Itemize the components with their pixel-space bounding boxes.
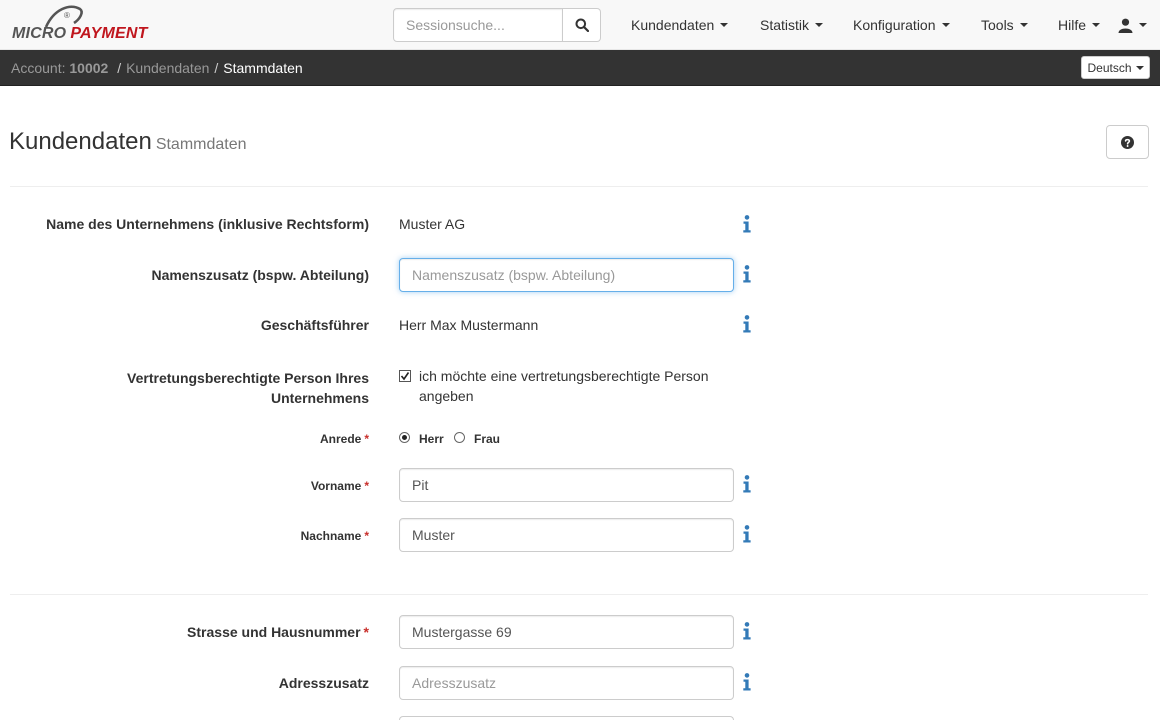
salutation-radio-herr[interactable] — [399, 432, 410, 443]
name-suffix-input[interactable] — [399, 258, 734, 292]
page-title: Kundendaten Stammdaten — [9, 128, 247, 156]
caret-down-icon — [1019, 23, 1028, 27]
first-name-label: Vorname * — [311, 479, 369, 493]
representative-label: Vertretungsberechtigte Person Ihres Unte… — [127, 368, 369, 408]
company-name-label: Name des Unternehmens (inklusive Rechtsf… — [46, 216, 369, 232]
next-field-partial[interactable] — [399, 716, 734, 720]
info-icon[interactable] — [742, 475, 752, 493]
representative-checkbox-label[interactable]: ich möchte eine vertretungsberechtigte P… — [419, 366, 739, 406]
nav-statistik[interactable]: Statistik — [760, 0, 824, 50]
required-marker: * — [364, 479, 369, 493]
nav-tools[interactable]: Tools — [981, 0, 1028, 50]
caret-down-icon — [941, 23, 950, 27]
nav-kundendaten-label: Kundendaten — [631, 17, 715, 33]
breadcrumb-kundendaten[interactable]: Kundendaten — [126, 60, 209, 76]
breadcrumb-separator: / — [117, 60, 122, 76]
representative-checkbox[interactable] — [399, 370, 411, 382]
nav-konfiguration-label: Konfiguration — [853, 17, 936, 33]
breadcrumb-account-label: Account: — [11, 60, 66, 76]
caret-down-icon — [1135, 65, 1144, 70]
salutation-option-herr[interactable]: Herr — [419, 432, 444, 446]
street-input[interactable] — [399, 615, 734, 649]
search-icon — [575, 18, 589, 32]
breadcrumb-bar: Account: 10002 /Kundendaten / Stammdaten — [0, 50, 1160, 86]
salutation-label-text: Anrede — [319, 432, 362, 446]
ceo-value: Herr Max Mustermann — [399, 317, 539, 333]
nav-hilfe[interactable]: Hilfe — [1058, 0, 1101, 50]
required-marker: * — [363, 624, 369, 640]
language-select-button[interactable]: Deutsch — [1081, 56, 1150, 79]
user-menu[interactable] — [1118, 0, 1147, 50]
search-button[interactable] — [563, 8, 601, 42]
info-icon[interactable] — [742, 525, 752, 543]
section-divider — [10, 186, 1148, 187]
first-name-label-text: Vorname — [310, 479, 362, 493]
salutation-label: Anrede * — [320, 432, 369, 446]
last-name-input[interactable] — [399, 518, 734, 552]
info-icon[interactable] — [742, 673, 752, 691]
question-circle-icon — [1121, 135, 1134, 149]
page-title-text: Kundendaten — [9, 128, 152, 155]
page-subtitle: Stammdaten — [155, 136, 247, 153]
micropayment-logo[interactable]: MICRO PAYMENT ® — [10, 5, 160, 45]
breadcrumb-account-id[interactable]: 10002 — [69, 60, 108, 76]
nav-kundendaten[interactable]: Kundendaten — [631, 0, 729, 50]
breadcrumb-current: Stammdaten — [223, 60, 303, 76]
help-button[interactable] — [1106, 125, 1149, 159]
session-search — [393, 8, 601, 42]
caret-down-icon — [1092, 23, 1101, 27]
breadcrumb: Account: 10002 /Kundendaten / Stammdaten — [11, 60, 303, 76]
street-label: Strasse und Hausnummer * — [187, 624, 369, 640]
required-marker: * — [364, 432, 369, 446]
required-marker: * — [364, 529, 369, 543]
section-divider — [10, 594, 1148, 595]
checkmark-icon — [400, 372, 410, 381]
representative-label-line2: Unternehmens — [270, 390, 369, 406]
first-name-input[interactable] — [399, 468, 734, 502]
nav-konfiguration[interactable]: Konfiguration — [853, 0, 950, 50]
address-extra-label: Adresszusatz — [278, 675, 369, 691]
nav-hilfe-label: Hilfe — [1058, 17, 1087, 33]
representative-label-line1: Vertretungsberechtigte Person Ihres — [127, 370, 369, 386]
nav-statistik-label: Statistik — [760, 17, 810, 33]
street-label-text: Strasse und Hausnummer — [187, 624, 361, 640]
name-suffix-label: Namenszusatz (bspw. Abteilung) — [151, 267, 369, 283]
language-selected: Deutsch — [1087, 60, 1132, 75]
user-icon — [1118, 18, 1133, 33]
salutation-option-frau[interactable]: Frau — [474, 432, 500, 446]
salutation-radio-frau[interactable] — [454, 432, 465, 443]
last-name-label-text: Nachname — [300, 529, 362, 543]
info-icon[interactable] — [742, 315, 752, 333]
caret-down-icon — [815, 23, 824, 27]
ceo-label: Geschäftsführer — [260, 317, 369, 333]
caret-down-icon — [1139, 23, 1147, 27]
info-icon[interactable] — [742, 265, 752, 283]
breadcrumb-separator: / — [214, 60, 219, 76]
info-icon[interactable] — [742, 622, 752, 640]
logo-text: MICRO PAYMENT — [12, 25, 148, 42]
address-extra-input[interactable] — [399, 666, 734, 700]
company-name-value: Muster AG — [399, 216, 466, 232]
logo-registered-mark: ® — [64, 11, 70, 20]
session-search-input[interactable] — [393, 8, 563, 42]
last-name-label: Nachname * — [301, 529, 369, 543]
top-navbar: MICROPAYMENT ® Kundendaten Statistik Kon… — [0, 0, 1160, 50]
nav-tools-label: Tools — [981, 17, 1014, 33]
info-icon[interactable] — [742, 215, 752, 233]
caret-down-icon — [720, 23, 729, 27]
